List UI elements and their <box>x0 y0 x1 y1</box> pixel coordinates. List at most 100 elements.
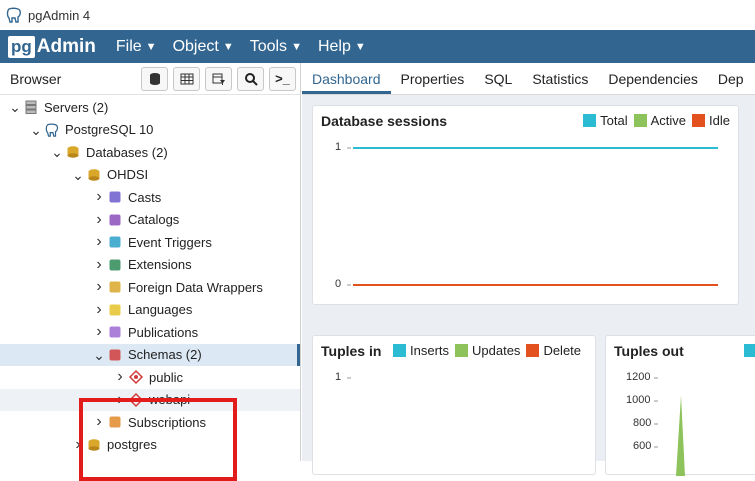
servers-icon <box>24 100 40 114</box>
tab-dependents[interactable]: Dep <box>708 71 754 94</box>
tree-node-ohdsi[interactable]: ⌄ OHDSI <box>0 164 300 186</box>
tree-node-label: Foreign Data Wrappers <box>128 279 263 295</box>
elephant-icon <box>45 122 61 137</box>
tree-node-label: Catalogs <box>128 212 180 227</box>
extensions-icon <box>108 258 124 272</box>
chevron-right-icon[interactable]: › <box>92 256 106 273</box>
tree-node-languages[interactable]: › Languages <box>0 299 300 321</box>
menu-tools-label: Tools <box>249 37 288 55</box>
chevron-down-icon[interactable]: ⌄ <box>92 348 106 362</box>
tuples-out-panel: Tuples out F 1200 1000 800 600 <box>605 335 755 476</box>
tab-dependencies[interactable]: Dependencies <box>598 71 708 94</box>
chevron-down-icon: ▼ <box>222 40 234 53</box>
menu-file[interactable]: File ▼ <box>116 38 157 56</box>
window-title: pgAdmin 4 <box>28 7 91 23</box>
chevron-down-icon[interactable]: ⌄ <box>29 123 43 137</box>
tree-node-label: Schemas (2) <box>128 347 202 362</box>
casts-icon <box>108 190 124 204</box>
filtered-rows-toolbar-button[interactable] <box>205 66 232 91</box>
tree-node-extensions[interactable]: › Extensions <box>0 254 300 276</box>
chevron-down-icon: ▼ <box>354 40 366 53</box>
tab-statistics[interactable]: Statistics <box>522 71 598 94</box>
tuples-in-panel: Tuples in Inserts Updates Delete 1 <box>312 335 596 475</box>
elephant-icon <box>6 7 21 23</box>
browser-pane: Browser >_ ⌄ Servers (2) ⌄ PostgreSQL 10 ⌄ Da… <box>0 63 301 481</box>
tree-node-catalogs[interactable]: › Catalogs <box>0 209 300 231</box>
tree-node-schemas-2[interactable]: ⌄ Schemas (2) <box>0 343 300 366</box>
tuples-out-chart <box>654 377 685 476</box>
menu-object[interactable]: Object ▼ <box>173 38 234 56</box>
tree-node-label: PostgreSQL 10 <box>65 122 154 137</box>
browser-header: Browser >_ <box>0 63 301 95</box>
schema-icon <box>128 369 145 385</box>
tree-node-label: Servers (2) <box>44 99 109 115</box>
tree-node-servers-2[interactable]: ⌄ Servers (2) <box>0 96 300 118</box>
filtered-rows-icon <box>212 73 225 85</box>
catalogs-icon <box>108 213 124 227</box>
tree-node-event-triggers[interactable]: › Event Triggers <box>0 231 300 253</box>
chevron-down-icon[interactable]: ⌄ <box>8 100 22 114</box>
chevron-right-icon[interactable]: › <box>92 211 106 228</box>
logo-admin: Admin <box>36 35 96 57</box>
database-icon <box>149 72 160 85</box>
tree-node-label: OHDSI <box>107 167 149 182</box>
chevron-right-icon[interactable]: › <box>92 324 106 340</box>
menubar: pg Admin File ▼ Object ▼ Tools ▼ Help ▼ <box>0 30 755 63</box>
chevron-right-icon[interactable]: › <box>92 234 106 250</box>
fdw-icon <box>108 280 124 294</box>
event-triggers-icon <box>108 235 124 249</box>
tuples-out-spike <box>676 395 685 476</box>
menu-tools[interactable]: Tools ▼ <box>250 38 302 56</box>
menu-help[interactable]: Help ▼ <box>318 38 366 56</box>
menu-file-label: File <box>115 37 142 55</box>
tree-node-label: Languages <box>128 302 193 317</box>
publications-icon <box>108 325 124 339</box>
databases-icon <box>66 145 82 159</box>
selection-indicator <box>297 343 300 366</box>
tree-node-publications[interactable]: › Publications <box>0 321 300 343</box>
tab-bar: Dashboard Properties SQL Statistics Depe… <box>302 63 755 95</box>
tree-node-casts[interactable]: › Casts <box>0 186 300 208</box>
browser-title: Browser <box>10 70 62 87</box>
search-icon <box>244 72 258 86</box>
chevron-right-icon[interactable]: › <box>92 279 106 295</box>
database-sessions-panel: Database sessions Total Active Idle 1 0 <box>312 105 739 305</box>
tree-node-label: Event Triggers <box>128 234 212 250</box>
tree-node-postgresql-10[interactable]: ⌄ PostgreSQL 10 <box>0 119 300 141</box>
menu-help-label: Help <box>317 37 351 55</box>
tab-dashboard[interactable]: Dashboard <box>302 71 391 94</box>
tree-node-label: Databases (2) <box>86 144 168 160</box>
chevron-right-icon[interactable]: › <box>92 189 106 205</box>
tree-node-label: Extensions <box>128 257 192 272</box>
table-toolbar-button[interactable] <box>173 66 200 91</box>
dashboard-pane: Dashboard Properties SQL Statistics Depe… <box>302 63 755 476</box>
table-icon <box>180 73 193 84</box>
tab-properties[interactable]: Properties <box>391 71 475 94</box>
terminal-icon: >_ <box>275 71 290 86</box>
database-sessions-chart <box>347 147 718 286</box>
tuples-in-chart <box>347 377 351 379</box>
tree-node-label: Publications <box>128 324 199 340</box>
search-toolbar-button[interactable] <box>237 66 264 91</box>
tree-node-public[interactable]: › public <box>0 366 300 388</box>
psql-tool-toolbar-button[interactable]: >_ <box>269 66 296 91</box>
chevron-down-icon[interactable]: ⌄ <box>71 168 85 182</box>
menu-object-label: Object <box>172 37 219 55</box>
logo-pg: pg <box>8 35 35 58</box>
pgadmin-logo[interactable]: pg Admin <box>8 35 96 58</box>
tree-node-foreign-data-wrappers[interactable]: › Foreign Data Wrappers <box>0 276 300 298</box>
tree-node-databases-2[interactable]: ⌄ Databases (2) <box>0 141 300 163</box>
chevron-down-icon[interactable]: ⌄ <box>50 145 64 159</box>
tab-sql[interactable]: SQL <box>474 71 522 94</box>
schemas-icon <box>108 348 124 362</box>
window-titlebar: pgAdmin 4 <box>0 0 755 30</box>
chevron-right-icon[interactable]: › <box>113 369 127 385</box>
chevron-down-icon: ▼ <box>145 40 157 53</box>
chevron-right-icon[interactable]: › <box>92 301 106 318</box>
database-toolbar-button[interactable] <box>141 66 168 91</box>
chevron-down-icon: ▼ <box>291 40 302 53</box>
tree-node-label: public <box>149 369 183 385</box>
database-icon <box>87 168 103 182</box>
highlight-box <box>79 398 237 481</box>
languages-icon <box>108 303 124 317</box>
